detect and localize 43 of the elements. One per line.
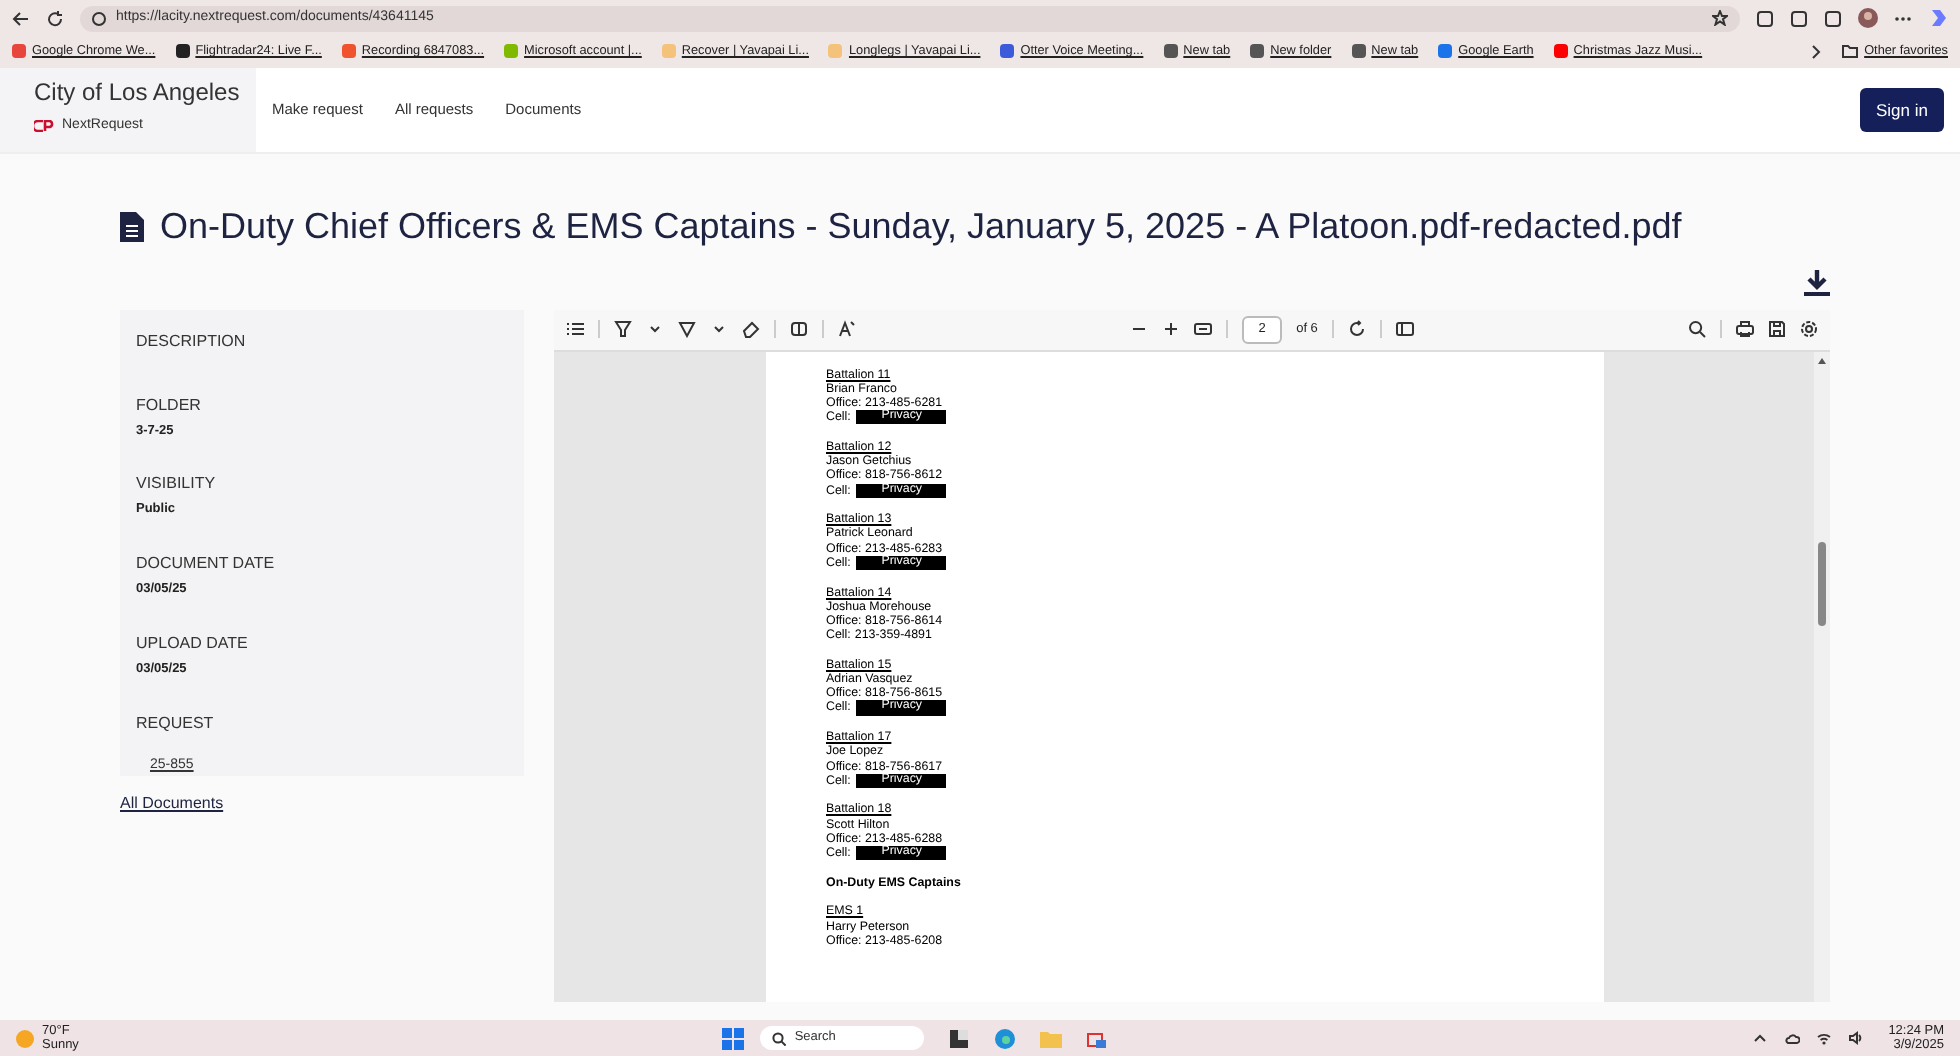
list-icon[interactable] — [566, 320, 584, 339]
all-documents-link[interactable]: All Documents — [120, 791, 224, 816]
back-icon[interactable] — [12, 9, 30, 27]
document-title: On-Duty Chief Officers & EMS Captains - Sunday, January 5, 2025 - A Platoon.pdf-redacted.pdf — [160, 206, 1682, 250]
field-label: FOLDER — [136, 393, 203, 418]
folder-icon — [1842, 44, 1859, 59]
star-icon[interactable] — [1712, 10, 1728, 26]
eraser-icon[interactable] — [742, 320, 760, 339]
field-label: UPLOAD DATE — [136, 631, 250, 656]
download-icon[interactable] — [1804, 269, 1830, 296]
chevron-up-icon[interactable] — [1752, 1030, 1769, 1046]
avatar-icon[interactable] — [1858, 8, 1878, 28]
scrollbar-thumb[interactable] — [1818, 541, 1826, 626]
chevron-right-icon[interactable] — [1810, 44, 1823, 60]
zoom-in-icon[interactable] — [1162, 320, 1181, 339]
logo-icon — [34, 120, 54, 133]
document-icon — [120, 212, 144, 243]
field-label: REQUEST — [136, 711, 216, 736]
settings-icon[interactable] — [1800, 320, 1818, 339]
snipping-tool-icon[interactable] — [1086, 1027, 1109, 1049]
site-title[interactable]: City of Los Angeles — [34, 78, 256, 106]
sign-in-button[interactable]: Sign in — [1860, 87, 1944, 133]
text-size-icon[interactable] — [838, 320, 856, 339]
windows-icon[interactable] — [722, 1027, 745, 1049]
search-icon[interactable] — [1688, 320, 1706, 339]
rotate-icon[interactable] — [1347, 320, 1366, 339]
page-view-icon[interactable] — [1395, 320, 1414, 339]
task-view-icon[interactable] — [948, 1027, 971, 1049]
reading-view-icon[interactable] — [790, 320, 808, 339]
field-label: DESCRIPTION — [136, 329, 248, 354]
print-icon[interactable] — [1736, 320, 1754, 339]
save-icon[interactable] — [1768, 320, 1786, 339]
refresh-icon[interactable] — [46, 9, 64, 27]
search-icon — [772, 1031, 787, 1045]
speaker-icon[interactable] — [1848, 1030, 1865, 1046]
sun-icon — [16, 1029, 34, 1047]
fit-page-icon[interactable] — [1194, 320, 1213, 339]
cloud-icon[interactable] — [1784, 1030, 1801, 1046]
field-label: VISIBILITY — [136, 472, 218, 497]
wifi-icon[interactable] — [1816, 1030, 1833, 1046]
scrollbar[interactable] — [1814, 351, 1830, 1002]
browser-icon[interactable] — [994, 1027, 1017, 1049]
field-label: DOCUMENT DATE — [136, 552, 277, 577]
